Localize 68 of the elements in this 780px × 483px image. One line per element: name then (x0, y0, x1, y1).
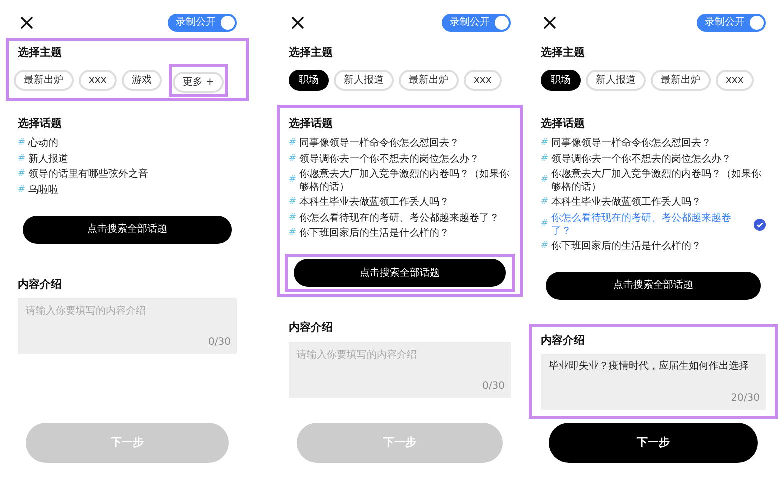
intro-text-field[interactable]: 毕业即失业？疫情时代，应届生如何作出选择 20/30 (541, 354, 766, 410)
theme-chip[interactable]: 新人报道 (334, 70, 394, 91)
check-icon (754, 218, 766, 230)
hash-icon: # (18, 168, 26, 182)
close-icon[interactable] (543, 16, 557, 30)
topic-item[interactable]: 你怎么看待现在的考研、考公都越来越卷了？ (552, 212, 751, 238)
hash-icon: # (289, 174, 297, 188)
topic-item[interactable]: 你下班回家后的生活是什么样的？ (300, 227, 450, 240)
topic-item[interactable]: 同事像领导一样命令你怎么怼回去？ (552, 137, 712, 150)
topic-item[interactable]: 你愿意去大厂加入竞争激烈的内卷吗？（如果你够格的话） (300, 168, 511, 194)
topic-item[interactable]: 乌啦啦 (28, 184, 59, 197)
section-title: 内容介绍 (18, 276, 63, 292)
hash-icon: # (541, 174, 549, 188)
privacy-toggle[interactable]: 录制公开 (442, 14, 511, 32)
hash-icon: # (541, 196, 549, 210)
theme-chip[interactable]: xxx (79, 70, 117, 91)
section-title: 选择话题 (18, 116, 63, 132)
topic-item[interactable]: 本科生毕业去做蓝领工作丢人吗？ (300, 196, 450, 210)
topic-item[interactable]: 心动的 (28, 137, 59, 150)
section-title: 选择主题 (18, 45, 63, 61)
theme-chip[interactable]: 最新出炉 (399, 70, 459, 91)
section-title: 选择话题 (541, 116, 586, 132)
theme-chip[interactable]: 职场 (541, 70, 581, 91)
section-title: 选择主题 (541, 45, 586, 61)
hash-icon: # (18, 184, 26, 197)
hash-icon: # (18, 137, 26, 150)
character-counter: 0/30 (482, 380, 505, 394)
hash-icon: # (541, 137, 549, 150)
hash-icon: # (289, 212, 297, 225)
hash-icon: # (18, 152, 26, 166)
character-counter: 0/30 (208, 336, 231, 350)
topic-item[interactable]: 同事像领导一样命令你怎么怼回去？ (300, 137, 460, 150)
theme-chip[interactable]: 职场 (289, 70, 329, 91)
section-title: 内容介绍 (289, 320, 334, 336)
search-all-topics-button[interactable]: 点击搜索全部话题 (546, 272, 761, 300)
hash-icon: # (541, 152, 549, 166)
section-title: 选择话题 (289, 116, 334, 132)
hash-icon: # (289, 152, 297, 166)
hash-icon: # (541, 218, 549, 232)
topic-item[interactable]: 本科生毕业去做蓝领工作丢人吗？ (552, 196, 702, 210)
hash-icon: # (541, 240, 549, 253)
search-all-topics-button[interactable]: 点击搜索全部话题 (23, 216, 232, 244)
search-all-topics-button[interactable]: 点击搜索全部话题 (294, 259, 506, 287)
topic-item[interactable]: 你愿意去大厂加入竞争激烈的内卷吗？（如果你够格的话） (552, 168, 766, 194)
theme-chip[interactable]: xxx (716, 70, 754, 91)
theme-chip[interactable]: 新人报道 (586, 70, 646, 91)
hash-icon: # (289, 196, 297, 210)
topic-item[interactable]: 你怎么看待现在的考研、考公都越来越卷了？ (300, 212, 500, 225)
theme-chip[interactable]: 更多 + (172, 72, 224, 93)
hash-icon: # (289, 137, 297, 150)
theme-chip[interactable]: 游戏 (122, 70, 162, 91)
privacy-toggle[interactable]: 录制公开 (168, 14, 237, 32)
close-icon[interactable] (20, 16, 34, 30)
character-counter: 20/30 (731, 392, 760, 406)
topic-item[interactable]: 领导的话里有哪些弦外之音 (28, 168, 149, 182)
close-icon[interactable] (291, 16, 305, 30)
topic-item[interactable]: 新人报道 (28, 152, 69, 166)
section-title: 内容介绍 (541, 332, 586, 348)
section-title: 选择主题 (289, 45, 334, 61)
topic-item[interactable]: 领导调你去一个你不想去的岗位怎么办？ (300, 152, 480, 166)
theme-chip[interactable]: 最新出炉 (14, 70, 74, 91)
privacy-toggle[interactable]: 录制公开 (697, 14, 766, 32)
topic-item[interactable]: 领导调你去一个你不想去的岗位怎么办？ (552, 152, 732, 166)
next-step-button[interactable]: 下一步 (549, 423, 758, 463)
theme-chip[interactable]: xxx (464, 70, 502, 91)
topic-item[interactable]: 你下班回家后的生活是什么样的？ (552, 240, 702, 253)
theme-chip[interactable]: 最新出炉 (651, 70, 711, 91)
hash-icon: # (289, 227, 297, 240)
